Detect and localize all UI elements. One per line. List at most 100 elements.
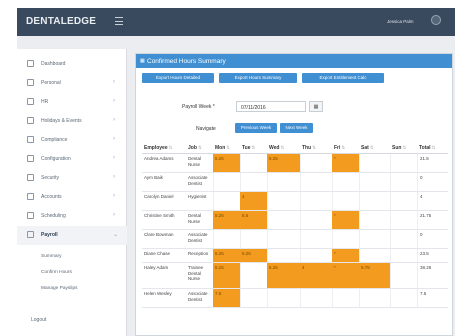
schedule-icon xyxy=(27,212,34,219)
fri-hours-cell[interactable]: * xyxy=(332,249,359,262)
user-name[interactable]: Jessica Palm xyxy=(387,19,414,24)
logout-link[interactable]: Logout xyxy=(31,317,46,323)
mon-hours-cell[interactable]: 7.5 xyxy=(213,289,240,307)
user-icon xyxy=(27,79,34,86)
next-week-button[interactable]: Next Week xyxy=(280,123,313,133)
sidebar-item-label: Security xyxy=(41,175,60,181)
sat-hours-cell[interactable]: 5.75 xyxy=(359,263,390,288)
column-header-sat[interactable]: Sat⇅ xyxy=(359,142,390,154)
wed-hours-cell xyxy=(267,289,300,307)
column-header-fri[interactable]: Fri⇅ xyxy=(332,142,359,154)
wed-hours-cell xyxy=(267,249,300,262)
sidebar-item-accounts[interactable]: Accounts › xyxy=(17,188,127,207)
sidebar-item-dashboard[interactable]: Dashboard xyxy=(17,55,127,74)
fri-hours-cell[interactable]: * xyxy=(332,263,359,288)
previous-week-button[interactable]: Previous Week xyxy=(235,123,277,133)
job-cell: Reception xyxy=(188,251,209,256)
sidebar-item-scheduling[interactable]: Scheduling › xyxy=(17,207,127,226)
total-cell: 23.5 xyxy=(417,249,448,262)
column-header-employee[interactable]: Employee⇅ xyxy=(142,142,186,154)
dashboard-icon xyxy=(27,60,34,67)
sidebar-item-configuration[interactable]: Configuration › xyxy=(17,150,127,169)
total-cell: 21.75 xyxy=(417,211,448,229)
table-row: Haley Adam Trainee Dental Nurse 5.25 5.25 4 *… xyxy=(142,263,448,289)
sun-hours-cell xyxy=(390,249,417,262)
chevron-right-icon: › xyxy=(113,79,115,85)
sidebar: Dashboard Personal › HR › Holidays & Eve… xyxy=(17,49,127,336)
sidebar-subitem-manage-payslips[interactable]: Manage Payslips xyxy=(17,282,127,296)
column-header-tue[interactable]: Tue⇅ xyxy=(240,142,267,154)
avatar[interactable] xyxy=(431,15,441,25)
table-row: Carolyn Daniel Hygienist 4 4 xyxy=(142,192,448,211)
sidebar-item-label: Accounts xyxy=(41,194,62,200)
column-header-thu[interactable]: Thu⇅ xyxy=(300,142,332,154)
column-header-sun[interactable]: Sun⇅ xyxy=(390,142,417,154)
thu-hours-cell[interactable]: 4 xyxy=(300,263,332,288)
sidebar-subitem-label: Summary xyxy=(41,254,62,259)
sun-hours-cell xyxy=(390,192,417,210)
fri-hours-cell xyxy=(332,289,359,307)
column-header-job[interactable]: Job⇅ xyxy=(186,142,213,154)
sidebar-item-hr[interactable]: HR › xyxy=(17,93,127,112)
job-cell: Associate Dentist xyxy=(188,232,208,243)
total-cell: 7.5 xyxy=(417,289,448,307)
menu-icon[interactable] xyxy=(115,17,123,25)
thu-hours-cell xyxy=(300,154,332,172)
wed-hours-cell[interactable]: 5.25 xyxy=(267,154,300,172)
table-row: Diane Chase Reception 5.25 5.25 * 23.5 xyxy=(142,249,448,263)
sidebar-item-compliance[interactable]: Compliance › xyxy=(17,131,127,150)
sidebar-subitem-confirm-hours[interactable]: Confirm Hours xyxy=(17,266,127,280)
chevron-right-icon: › xyxy=(113,212,115,218)
fri-hours-cell xyxy=(332,230,359,248)
key-icon xyxy=(27,174,34,181)
chevron-right-icon: › xyxy=(113,155,115,161)
sidebar-subitem-label: Manage Payslips xyxy=(41,286,78,291)
employee-cell: Helen Wesley xyxy=(144,291,172,296)
export-hours-summary-button[interactable]: Export Hours Summary xyxy=(219,73,297,83)
brand-logo[interactable]: DENTALEDGE xyxy=(26,16,96,27)
mon-hours-cell[interactable]: 5.25 xyxy=(213,154,240,172)
employee-cell: Aym Baik xyxy=(144,175,163,180)
job-cell: Dental Nurse xyxy=(188,213,202,224)
tue-hours-cell[interactable]: 5.25 xyxy=(240,249,267,262)
sidebar-item-holidays-events[interactable]: Holidays & Events › xyxy=(17,112,127,131)
column-header-total[interactable]: Total⇅ xyxy=(417,142,448,154)
panel-header: ▦ Confirmed Hours Summary xyxy=(136,54,452,68)
employee-cell: Diane Chase xyxy=(144,251,171,256)
wed-hours-cell xyxy=(267,192,300,210)
tue-hours-cell xyxy=(240,263,267,288)
sidebar-item-personal[interactable]: Personal › xyxy=(17,74,127,93)
chevron-right-icon: › xyxy=(113,174,115,180)
export-entitlement-calc-button[interactable]: Export Entitlement Calc xyxy=(302,73,384,83)
mon-hours-cell xyxy=(213,192,240,210)
tue-hours-cell[interactable]: 5.5 xyxy=(240,211,267,229)
table-row: Helen Wesley Associate Dentist 7.5 7.5 xyxy=(142,289,448,308)
wed-hours-cell[interactable]: 5.25 xyxy=(267,263,300,288)
table-row: Aym Baik Associate Dentist 0 xyxy=(142,173,448,192)
table-row: Andrea Adams Dental Nurse 5.25 5.25 * 21.5 xyxy=(142,154,448,173)
mon-hours-cell[interactable]: 5.25 xyxy=(213,211,240,229)
fri-hours-cell[interactable]: * xyxy=(332,154,359,172)
sidebar-item-label: Personal xyxy=(41,80,61,86)
tue-hours-cell[interactable]: 4 xyxy=(240,192,267,210)
sidebar-item-label: Scheduling xyxy=(41,213,66,219)
job-cell: Associate Dentist xyxy=(188,175,208,186)
employee-cell: Haley Adam xyxy=(144,265,169,270)
fri-hours-cell[interactable]: * xyxy=(332,211,359,229)
calendar-icon[interactable]: ▦ xyxy=(309,101,323,112)
tue-hours-cell xyxy=(240,289,267,307)
column-header-mon[interactable]: Mon⇅ xyxy=(213,142,240,154)
export-hours-detailed-button[interactable]: Export Hours Detailed xyxy=(142,73,214,83)
payroll-week-input[interactable]: 07/11/2016 xyxy=(236,101,306,112)
mon-hours-cell[interactable]: 5.25 xyxy=(213,249,240,262)
employee-cell: Christine Smith xyxy=(144,213,175,218)
sidebar-item-payroll[interactable]: Payroll ⌄ xyxy=(17,226,127,245)
column-header-wed[interactable]: Wed⇅ xyxy=(267,142,300,154)
mon-hours-cell[interactable]: 5.25 xyxy=(213,263,240,288)
thu-hours-cell xyxy=(300,192,332,210)
thu-hours-cell xyxy=(300,230,332,248)
sidebar-subitem-summary[interactable]: Summary xyxy=(17,250,127,264)
sidebar-item-security[interactable]: Security › xyxy=(17,169,127,188)
fri-hours-cell xyxy=(332,173,359,191)
chevron-right-icon: › xyxy=(113,98,115,104)
